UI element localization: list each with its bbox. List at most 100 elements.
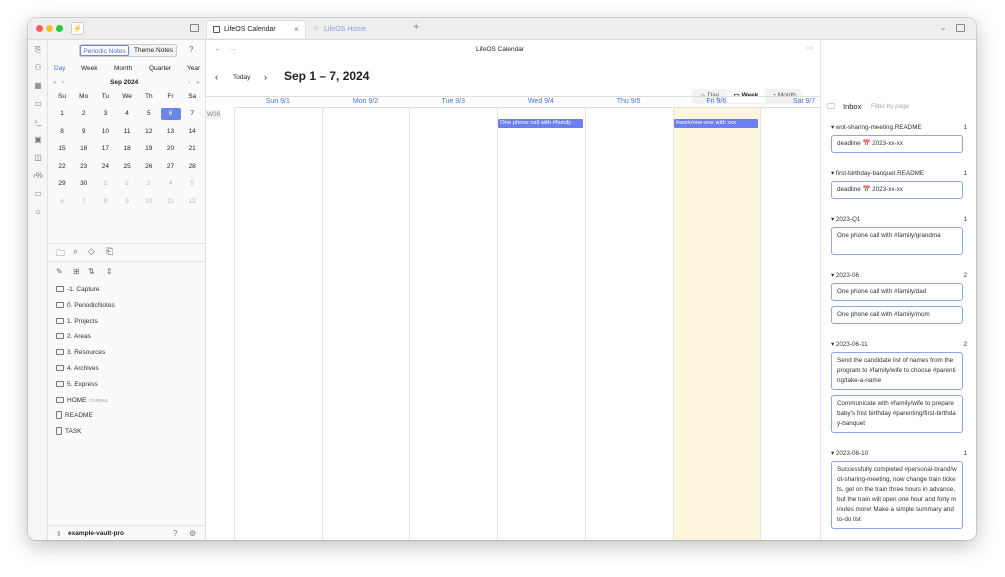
template-icon[interactable]: ▣	[33, 135, 43, 145]
period-year[interactable]: Year	[187, 65, 200, 72]
inbox-card[interactable]: Successfully completed #personal-brand/w…	[831, 461, 963, 529]
calendar-day[interactable]: 8	[52, 126, 72, 138]
inbox-group-header[interactable]: ▾ 2023-Q1 1	[831, 216, 967, 223]
file-item[interactable]: README	[56, 410, 93, 422]
calendar-day[interactable]: 17	[95, 143, 115, 155]
calendar-day[interactable]: 27	[161, 161, 181, 173]
calendar-day[interactable]: 21	[182, 143, 202, 155]
inbox-group-header[interactable]: ▾ wot-sharing-meeting.README 1	[831, 124, 967, 131]
next-month-icon[interactable]: ›	[188, 79, 190, 86]
collapse-icon[interactable]: ⇕	[106, 267, 113, 276]
periodic-notes-tab[interactable]: Periodic Notes	[80, 45, 129, 56]
calendar-day[interactable]: 8	[95, 196, 115, 208]
calendar-day[interactable]: 12	[182, 196, 202, 208]
theme-notes-tab[interactable]: Theme Notes	[130, 45, 177, 56]
inbox-group-header[interactable]: ▾ 2023-06-10 1	[831, 450, 967, 457]
files-icon[interactable]: ⎘	[33, 45, 43, 55]
calendar-day[interactable]: 28	[182, 161, 202, 173]
calendar-day[interactable]: 9	[117, 196, 137, 208]
calendar-day[interactable]: 7	[182, 108, 202, 120]
calendar-day[interactable]: 29	[52, 178, 72, 190]
calendar-day[interactable]: 12	[139, 126, 159, 138]
folder-item[interactable]: 3. Resources	[56, 347, 105, 359]
calendar-day[interactable]: 6	[160, 108, 181, 120]
calendar-event[interactable]: #work/one-one with xxx	[673, 119, 759, 128]
day-header[interactable]: Sun 9/1	[234, 96, 322, 108]
day-header[interactable]: Thu 9/5	[584, 96, 673, 108]
inbox-card[interactable]: One phone call with #family/grandma	[831, 227, 963, 255]
bookmark-icon[interactable]: ⎗	[106, 246, 113, 257]
canvas-icon[interactable]: ▦	[33, 81, 43, 91]
calendar-day[interactable]: 4	[117, 108, 137, 120]
calendar-day[interactable]: 11	[161, 196, 181, 208]
tag-icon[interactable]: ◇	[88, 246, 95, 257]
new-folder-icon[interactable]: ⊞	[73, 267, 80, 276]
calendar-event[interactable]: One phone call with #family	[498, 119, 583, 128]
close-window-button[interactable]	[36, 25, 43, 32]
calendar-day[interactable]: 9	[74, 126, 94, 138]
inbox-card[interactable]: One phone call with #family/mom	[831, 306, 963, 324]
period-quarter[interactable]: Quarter	[149, 65, 171, 72]
period-month[interactable]: Month	[114, 65, 132, 72]
calendar-day[interactable]: 11	[117, 126, 137, 138]
folder-icon[interactable]: 🗀	[56, 246, 65, 262]
home-canvas-item[interactable]: HOME CANVAS	[56, 395, 108, 407]
day-header[interactable]: Wed 9/4	[497, 96, 585, 108]
calendar-day[interactable]: 3	[139, 178, 159, 190]
calendar-day[interactable]: 1	[95, 178, 115, 190]
inbox-group-header[interactable]: ▾ first-birthday-banquet.README 1	[831, 170, 967, 177]
calendar-day[interactable]: 1	[52, 108, 72, 120]
sidebar-icon[interactable]: ◫	[33, 153, 43, 163]
folder-item[interactable]: 2. Areas	[56, 331, 91, 343]
day-column[interactable]	[672, 108, 761, 540]
calendar-day[interactable]: 3	[95, 108, 115, 120]
day-column[interactable]	[409, 108, 497, 540]
day-column[interactable]	[584, 108, 673, 540]
right-sidebar-toggle-icon[interactable]	[956, 24, 965, 32]
calendar-day[interactable]: 24	[95, 161, 115, 173]
calendar-day[interactable]: 6	[52, 196, 72, 208]
help-icon[interactable]: ?	[173, 529, 177, 538]
minimize-window-button[interactable]	[46, 25, 53, 32]
calendar-icon[interactable]: ▭	[33, 99, 43, 109]
folder-item[interactable]: 1. Projects	[56, 316, 98, 328]
calendar-day[interactable]: 10	[139, 196, 159, 208]
period-week[interactable]: Week	[81, 65, 98, 72]
inbox-group-header[interactable]: ▾ 2023-06 2	[831, 272, 967, 279]
calendar-day[interactable]: 5	[139, 108, 159, 120]
calendar-day[interactable]: 10	[95, 126, 115, 138]
inbox-group-header[interactable]: ▾ 2023-06-11 2	[831, 341, 967, 348]
inbox-card[interactable]: Communicate with #family/wife to prepare…	[831, 395, 963, 433]
calendar-day[interactable]: 22	[52, 161, 72, 173]
calendar-day[interactable]: 23	[74, 161, 94, 173]
tab-lifeos-home[interactable]: ⌂ LifeOS Home	[310, 20, 406, 38]
vault-switch-icon[interactable]: ⇕	[56, 530, 61, 538]
calendar-day[interactable]: 13	[161, 126, 181, 138]
calendar-day[interactable]: 2	[74, 108, 94, 120]
inbox-card[interactable]: One phone call with #family/dad	[831, 283, 963, 301]
close-tab-icon[interactable]: ×	[294, 25, 299, 34]
terminal-icon[interactable]: ›_	[33, 117, 43, 127]
file-item[interactable]: TASK	[56, 426, 82, 438]
next-year-icon[interactable]: »	[196, 79, 200, 86]
zoom-window-button[interactable]	[56, 25, 63, 32]
lightning-icon[interactable]: ⚡	[71, 22, 84, 35]
day-icon[interactable]: ▭	[33, 189, 43, 199]
code-icon[interactable]: ‹%	[33, 171, 43, 181]
folder-item[interactable]: 0. PeriodicNotes	[56, 300, 115, 312]
calendar-day[interactable]: 20	[161, 143, 181, 155]
help-icon[interactable]: ?	[189, 45, 193, 54]
calendar-day[interactable]: 14	[182, 126, 202, 138]
calendar-day[interactable]: 26	[139, 161, 159, 173]
calendar-day[interactable]: 19	[139, 143, 159, 155]
inbox-card[interactable]: deadline 📅 2023-xx-xx	[831, 181, 963, 199]
home-icon[interactable]: ⌂	[33, 207, 43, 217]
sidebar-toggle-icon[interactable]	[190, 24, 199, 32]
calendar-day[interactable]: 5	[182, 178, 202, 190]
prev-year-icon[interactable]: «	[53, 79, 57, 86]
calendar-day[interactable]: 2	[117, 178, 137, 190]
search-icon[interactable]: ⌕	[73, 246, 78, 257]
calendar-day[interactable]: 16	[74, 143, 94, 155]
calendar-day[interactable]: 25	[117, 161, 137, 173]
day-header[interactable]: Mon 9/2	[321, 96, 410, 108]
